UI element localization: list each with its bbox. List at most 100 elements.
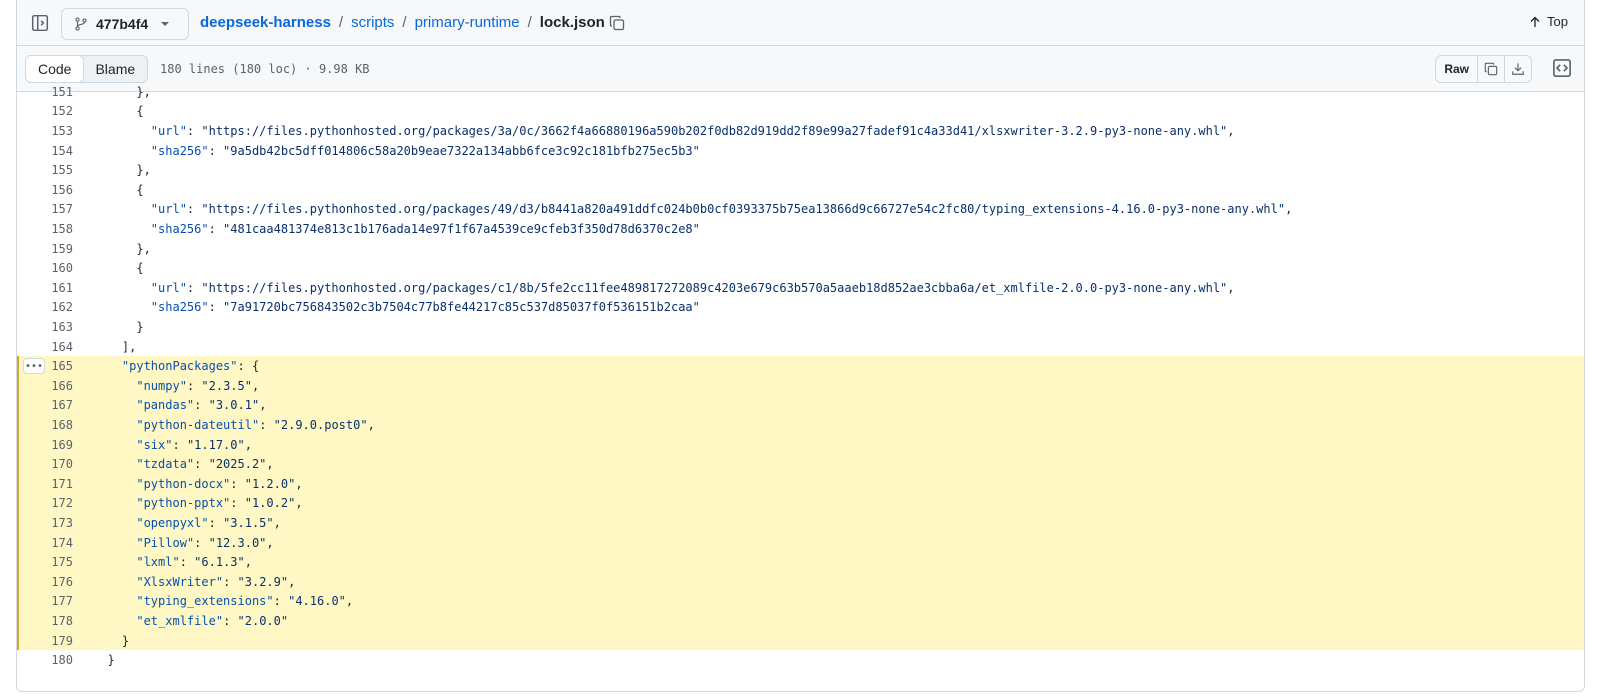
code-line: 155 }, [17,160,1584,180]
line-number[interactable]: 160 [17,261,73,275]
line-number[interactable]: 162 [17,300,73,314]
code-line: 153 "url": "https://files.pythonhosted.o… [17,121,1584,141]
download-icon [1512,63,1524,75]
line-number[interactable]: 173 [17,516,73,530]
line-number[interactable]: 170 [17,457,73,471]
line-content: "et_xmlfile": "2.0.0" [136,613,289,628]
line-number[interactable]: 167 [17,398,73,412]
line-content: }, [93,84,151,99]
file-actions: Raw [1435,55,1532,83]
code-line: 168 "python-dateutil": "2.9.0.post0", [17,415,1584,435]
line-content: "sha256": "9a5db42bc5dff014806c58a20b9ea… [150,143,700,158]
raw-button[interactable]: Raw [1436,56,1477,82]
kebab-horizontal-icon[interactable]: ••• [23,358,45,375]
code-square-icon[interactable] [1552,58,1572,78]
code-line: 158 "sha256": "481caa481374e813c1b176ada… [17,219,1584,239]
line-number[interactable]: 169 [17,438,73,452]
line-number[interactable]: 159 [17,242,73,256]
file-view: 477b4f4 deepseek-harness / scripts / pri… [16,0,1585,692]
code-line: 163 } [17,317,1584,337]
scroll-top-label: Top [1547,14,1568,29]
code-line: 167 "pandas": "3.0.1", [17,395,1584,416]
branch-selector-button[interactable]: 477b4f4 [61,8,189,40]
copy-raw-button[interactable] [1477,56,1504,82]
line-content: ], [93,339,137,354]
line-number[interactable]: 157 [17,202,73,216]
line-number[interactable]: 163 [17,320,73,334]
line-content: "url": "https://files.pythonhosted.org/p… [150,280,1235,295]
line-content: "url": "https://files.pythonhosted.org/p… [150,123,1235,138]
line-content: "pandas": "3.0.1", [136,398,267,413]
line-content: "sha256": "7a91720bc756843502c3b7504c77b… [150,300,700,315]
breadcrumb-primary-runtime-link[interactable]: primary-runtime [415,14,520,31]
scroll-top-button[interactable]: Top [1529,14,1568,29]
line-number[interactable]: 174 [17,536,73,550]
line-content: } [93,653,115,668]
chevron-down-icon [161,22,170,26]
line-number[interactable]: 152 [17,104,73,118]
line-number[interactable]: 180 [17,653,73,667]
line-number[interactable]: 175 [17,555,73,569]
tab-blame[interactable]: Blame [83,56,147,82]
code-line: 178 "et_xmlfile": "2.0.0" [17,611,1584,631]
line-content: "python-dateutil": "2.9.0.post0", [136,417,375,432]
line-content: "Pillow": "12.3.0", [136,535,274,550]
line-number[interactable]: 172 [17,496,73,510]
branch-name: 477b4f4 [96,16,149,32]
code-line: 165 "pythonPackages": {••• [17,356,1584,376]
line-content: "python-docx": "1.2.0", [136,476,303,491]
code-line: 180 } [17,650,1584,670]
sidebar-toggle-icon[interactable] [31,14,49,32]
line-content: "pythonPackages": { [121,359,260,374]
code-line: 176 "XlsxWriter": "3.2.9", [17,572,1584,592]
view-mode-switch: Code Blame [25,55,149,83]
breadcrumb-scripts-link[interactable]: scripts [351,14,394,31]
line-number[interactable]: 158 [17,222,73,236]
line-number[interactable]: 177 [17,594,73,608]
line-content: } [93,633,130,648]
code-line: 157 "url": "https://files.pythonhosted.o… [17,200,1584,220]
code-line: 152 { [17,102,1584,122]
line-content: "python-pptx": "1.0.2", [136,496,303,511]
line-content: "lxml": "6.1.3", [136,555,252,570]
line-number[interactable]: 178 [17,614,73,628]
breadcrumb-repo-link[interactable]: deepseek-harness [200,14,331,31]
code-line: 179 } [17,630,1584,651]
line-content: "sha256": "481caa481374e813c1b176ada14e9… [150,221,700,236]
line-content: }, [93,163,151,178]
breadcrumb-separator: / [402,14,407,31]
breadcrumb: deepseek-harness / scripts / primary-run… [200,14,605,31]
line-number[interactable]: 153 [17,124,73,138]
line-content: "XlsxWriter": "3.2.9", [136,574,296,589]
line-number[interactable]: 151 [17,85,73,99]
code-line: 156 { [17,180,1584,200]
line-content: "tzdata": "2025.2", [136,457,274,472]
code-line: 170 "tzdata": "2025.2", [17,454,1584,474]
git-branch-icon [75,17,87,31]
file-info: 180 lines (180 loc) · 9.98 KB [160,62,370,76]
line-number[interactable]: 161 [17,281,73,295]
line-number[interactable]: 168 [17,418,73,432]
file-path-bar: 477b4f4 deepseek-harness / scripts / pri… [17,0,1584,46]
line-number[interactable]: 179 [17,634,73,648]
line-number[interactable]: 164 [17,340,73,354]
copy-path-icon[interactable] [609,15,625,31]
line-number[interactable]: 166 [17,379,73,393]
code-line: 175 "lxml": "6.1.3", [17,552,1584,572]
line-number[interactable]: 154 [17,144,73,158]
line-number[interactable]: 171 [17,477,73,491]
line-content: { [93,261,144,276]
line-number[interactable]: 176 [17,575,73,589]
tab-code[interactable]: Code [25,55,85,83]
line-number[interactable]: 155 [17,163,73,177]
code-line: 173 "openpyxl": "3.1.5", [17,513,1584,533]
breadcrumb-current-file: lock.json [539,14,605,31]
line-content: "six": "1.17.0", [136,437,252,452]
code-line: 162 "sha256": "7a91720bc756843502c3b7504… [17,298,1584,318]
line-content: } [93,319,144,334]
code-line: 177 "typing_extensions": "4.16.0", [17,591,1584,612]
line-number[interactable]: 156 [17,183,73,197]
download-button[interactable] [1504,56,1531,82]
code-line: 160 { [17,258,1584,278]
line-content: "typing_extensions": "4.16.0", [136,594,354,609]
